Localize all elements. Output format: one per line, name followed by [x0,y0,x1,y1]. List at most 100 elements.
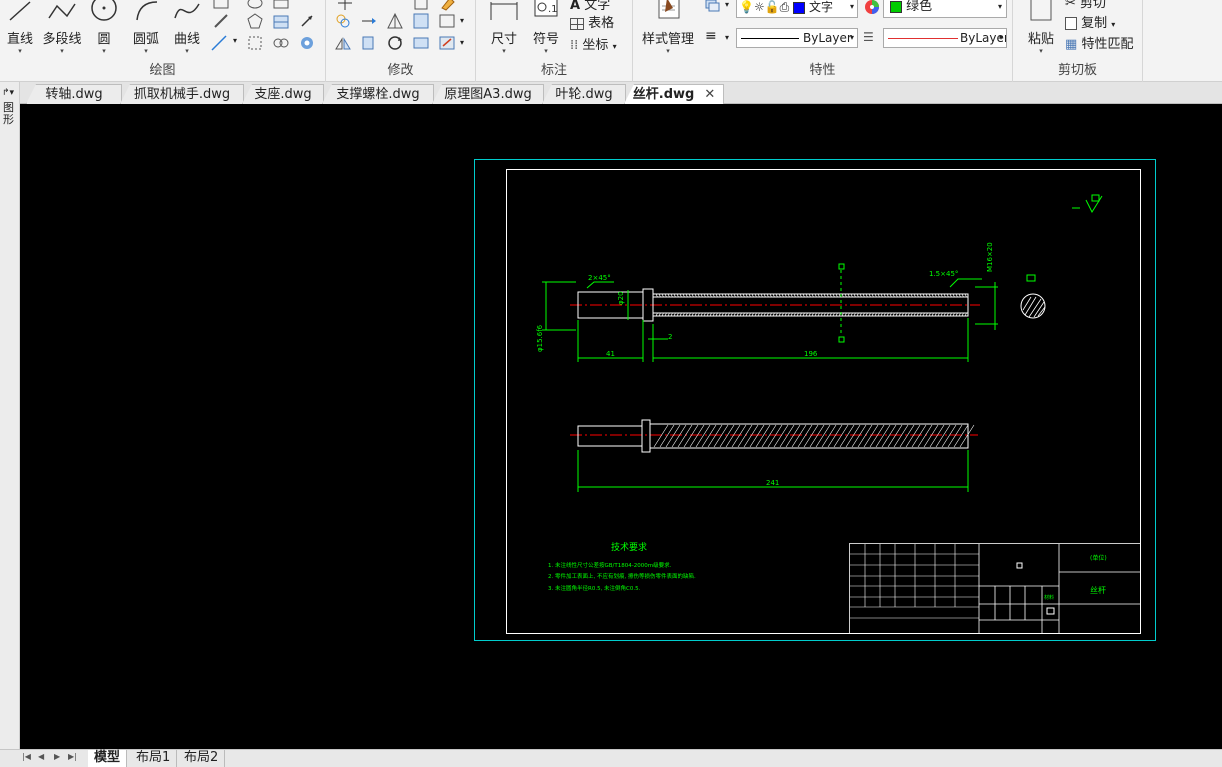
side-panel-label[interactable]: 图形 [3,102,15,126]
dimension-button[interactable]: 尺寸 ▾ [484,0,524,55]
trim-icon[interactable] [386,12,404,30]
curve-icon [174,3,200,19]
first-layout-icon[interactable]: |◀ [22,752,31,761]
arc-button[interactable]: 圆弧 ▾ [128,0,164,55]
lineweight-icon[interactable]: ☰ [863,30,874,44]
rectangle-icon[interactable] [212,0,230,12]
stretch-icon[interactable] [412,12,430,30]
array-icon[interactable] [412,0,430,12]
tab-yelun[interactable]: 叶轮.dwg [542,84,626,104]
tab-sigan[interactable]: 丝杆.dwg ✕ [624,84,724,104]
arc-label: 圆弧 [132,32,159,47]
hatch-lines [653,424,975,448]
group-draw: 直线 ▾ 多段线 ▾ 圆 ▾ 圆弧 ▾ 曲线 ▾ ▾ 绘图 [0,0,326,82]
prev-layout-icon[interactable]: ◀ [38,752,44,761]
tab-label: 支座.dwg [254,87,312,102]
layer-name: 文字 [808,0,833,14]
symbol-button[interactable]: .1 符号 ▾ [528,0,564,55]
tab-label: 支撑螺栓.dwg [336,87,420,102]
point-icon[interactable] [298,12,316,30]
scale-icon[interactable] [360,34,378,52]
region-icon[interactable] [246,34,264,52]
table-icon [570,17,584,30]
tab-zhicheng[interactable]: 支撑螺栓.dwg [322,84,434,104]
coordinate-tool[interactable]: ⁞⁞ 坐标 ▾ [570,34,617,53]
polyline-label: 多段线 [42,32,82,47]
tab-zhizuo[interactable]: 支座.dwg [242,84,324,104]
ellipse-icon[interactable] [246,0,264,12]
tab-layout1[interactable]: 布局1 [130,750,178,767]
hatch-line-icon[interactable] [212,12,230,30]
arc-icon [136,1,158,21]
copy-icon [1065,17,1077,30]
polyline-button[interactable]: 多段线 ▾ [40,0,84,55]
copy-object-icon[interactable] [334,12,352,30]
last-layout-icon[interactable]: ▶| [68,752,77,761]
group-clipboard: 粘贴 ▾ ✂ 剪切 复制 ▾ ▦ 特性匹配 剪切板 [1013,0,1143,82]
tech-note-1: 1. 未注线性尺寸公差按GB/T1804-2000m级要求. [548,561,672,569]
linetype-menu-icon[interactable]: ≡ [705,28,717,44]
insert-block-icon[interactable] [272,12,290,30]
unit-label-text: (单位) [1090,554,1107,562]
chamfer-left-text: 2×45° [588,274,611,282]
dim-vertical-text: φ15.6f6 [536,324,544,352]
circle-button[interactable]: 圆 ▾ [88,0,120,55]
style-manager-label: 样式管理 [641,32,694,47]
offset-icon[interactable] [386,34,404,52]
tech-note-3: 3. 未注圆角半径R0.5, 未注倒角C0.5. [548,584,641,592]
next-layout-icon[interactable]: ▶ [54,752,60,761]
rotate-icon[interactable] [360,12,378,30]
match-properties-button[interactable]: ▦ 特性匹配 [1065,33,1133,52]
curve-button[interactable]: 曲线 ▾ [170,0,204,55]
tab-model[interactable]: 模型 [88,750,128,767]
table-tool[interactable]: 表格 [570,12,614,31]
lineweight-dropdown[interactable]: ByLayer ▾ [883,28,1007,48]
tab-yuanlitu[interactable]: 原理图A3.dwg [432,84,544,104]
explode-icon[interactable] [438,12,456,30]
properties-group-label: 特性 [809,63,836,78]
linetype-dropdown[interactable]: ByLayer ▾ [736,28,858,48]
cloud-icon[interactable] [272,34,290,52]
paste-button[interactable]: 粘贴 ▾ [1023,0,1059,55]
line-button[interactable]: 直线 ▾ [4,0,36,55]
draw-group-label: 绘图 [149,63,176,78]
color-dropdown[interactable]: 绿色 ▾ [883,0,1007,18]
style-manager-button[interactable]: 样式管理 ▾ [637,0,699,55]
side-panel-toggle-icon[interactable]: ↱▾ [2,88,14,98]
close-tab-icon[interactable]: ✕ [704,87,715,102]
left-side-strip: ↱▾ 图形 [0,82,20,767]
erase-icon[interactable] [438,0,456,12]
tab-zhuanzhou[interactable]: 转轴.dwg [26,84,122,104]
tab-layout2[interactable]: 布局2 [178,750,226,767]
construction-line-icon[interactable] [210,34,228,52]
shaft-main-view [570,288,980,322]
mirror-icon[interactable] [334,34,352,52]
fillet-icon[interactable] [412,34,430,52]
polygon-icon[interactable] [246,12,264,30]
layer-dropdown[interactable]: 💡☼🔓⎙ 文字 ▾ [736,0,858,18]
cut-button[interactable]: ✂ 剪切 [1065,0,1106,11]
match-properties-label: 特性匹配 [1081,37,1134,52]
drawing-canvas[interactable]: 2×45° 1.5×45° 41 196 2 φ20 M16×20 φ15.6f… [20,104,1222,749]
line-icon [9,1,31,21]
tab-zhuaqu[interactable]: 抓取机械手.dwg [120,84,244,104]
donut-icon[interactable] [298,34,316,52]
material-label-text: 材料 [1044,594,1054,601]
properties-edit-icon[interactable] [438,34,456,52]
color-swatch [890,0,902,13]
block-icon[interactable] [272,0,290,12]
lock-icon: 🔓 [764,0,780,14]
layer-state-icon[interactable] [703,0,721,14]
group-modify: ▾ ▾ 修改 [326,0,476,82]
svg-text:.1: .1 [548,4,558,15]
dimension-icon [490,2,518,20]
style-manager-icon [658,0,680,19]
table-label: 表格 [588,16,615,31]
color-wheel-icon[interactable] [863,0,881,16]
modify-group-label: 修改 [387,63,414,78]
copy-button[interactable]: 复制 ▾ [1065,12,1115,31]
dim-height-text: φ20 [617,291,625,305]
circle-icon [91,0,117,21]
move-icon[interactable] [336,0,354,12]
clipboard-group-label: 剪切板 [1057,63,1097,78]
